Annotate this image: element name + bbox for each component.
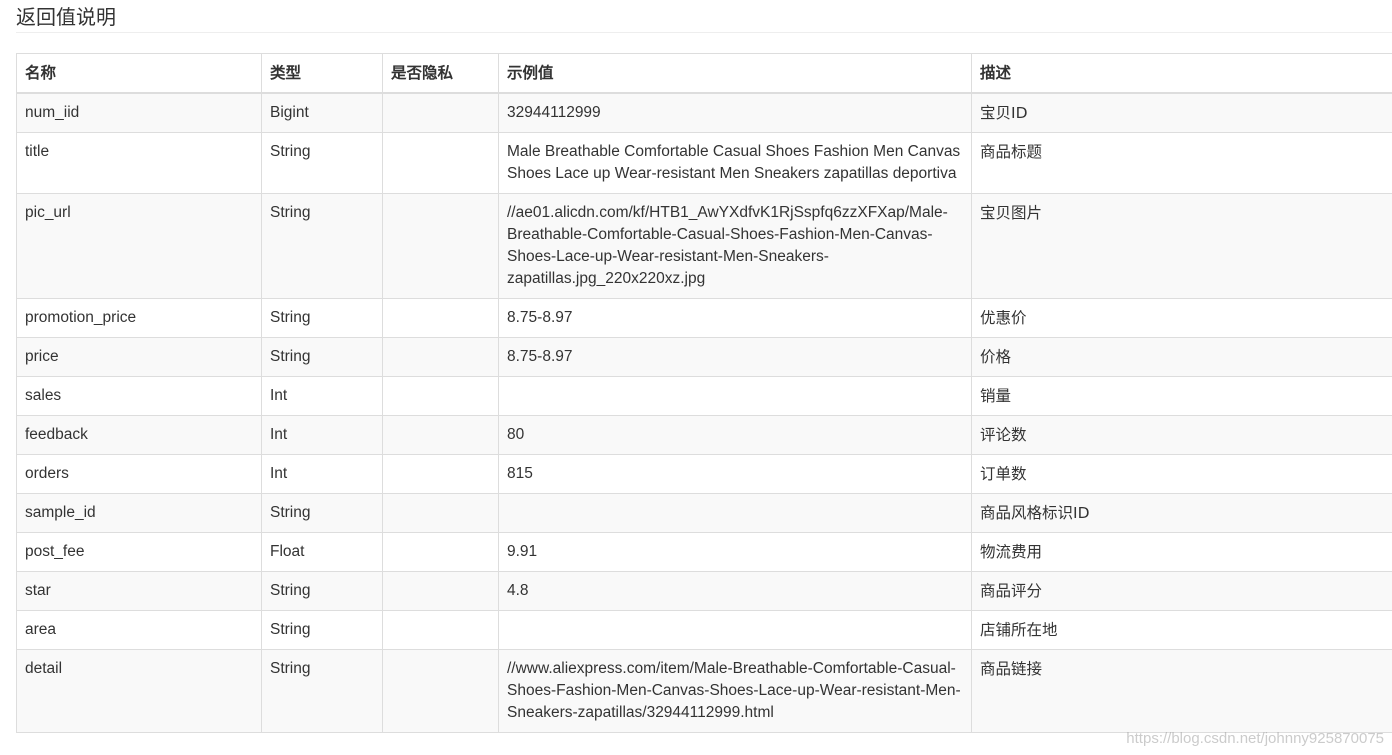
cell-example: 8.75-8.97 (498, 337, 972, 377)
cell-name: post_fee (16, 532, 262, 572)
cell-description: 订单数 (971, 454, 1392, 494)
cell-name: area (16, 610, 262, 650)
cell-description: 销量 (971, 376, 1392, 416)
cell-description: 物流费用 (971, 532, 1392, 572)
cell-description: 宝贝图片 (971, 193, 1392, 299)
cell-private (382, 532, 499, 572)
cell-example: 815 (498, 454, 972, 494)
table-row: price String 8.75-8.97 价格 (16, 337, 1392, 377)
cell-example (498, 610, 972, 650)
cell-private (382, 337, 499, 377)
cell-description: 商品链接 (971, 649, 1392, 733)
cell-type: Int (261, 376, 383, 416)
cell-name: price (16, 337, 262, 377)
table-row: promotion_price String 8.75-8.97 优惠价 (16, 298, 1392, 338)
title-divider (16, 32, 1392, 33)
table-row: area String 店铺所在地 (16, 610, 1392, 650)
cell-private (382, 415, 499, 455)
table-row: post_fee Float 9.91 物流费用 (16, 532, 1392, 572)
table-row: detail String //www.aliexpress.com/item/… (16, 649, 1392, 733)
table-row: pic_url String //ae01.alicdn.com/kf/HTB1… (16, 193, 1392, 299)
cell-example: 8.75-8.97 (498, 298, 972, 338)
cell-example: 4.8 (498, 571, 972, 611)
cell-private (382, 132, 499, 194)
section-title: 返回值说明 (16, 5, 116, 29)
table-body: num_iid Bigint 32944112999 宝贝ID title St… (16, 92, 1392, 733)
cell-description: 宝贝ID (971, 92, 1392, 133)
cell-example (498, 376, 972, 416)
cell-type: Int (261, 415, 383, 455)
table-row: orders Int 815 订单数 (16, 454, 1392, 494)
cell-private (382, 454, 499, 494)
cell-type: String (261, 649, 383, 733)
cell-private (382, 571, 499, 611)
cell-name: sample_id (16, 493, 262, 533)
cell-type: Float (261, 532, 383, 572)
cell-private (382, 493, 499, 533)
cell-name: orders (16, 454, 262, 494)
cell-description: 评论数 (971, 415, 1392, 455)
cell-private (382, 92, 499, 133)
cell-example (498, 493, 972, 533)
return-values-table: 名称 类型 是否隐私 示例值 描述 num_iid Bigint 3294411… (16, 53, 1392, 733)
cell-name: sales (16, 376, 262, 416)
cell-name: promotion_price (16, 298, 262, 338)
cell-name: num_iid (16, 92, 262, 133)
cell-name: star (16, 571, 262, 611)
cell-type: String (261, 132, 383, 194)
cell-example: //www.aliexpress.com/item/Male-Breathabl… (498, 649, 972, 733)
table-row: sales Int 销量 (16, 376, 1392, 416)
cell-description: 优惠价 (971, 298, 1392, 338)
cell-private (382, 649, 499, 733)
header-description: 描述 (971, 53, 1392, 94)
cell-description: 商品标题 (971, 132, 1392, 194)
cell-example: Male Breathable Comfortable Casual Shoes… (498, 132, 972, 194)
cell-example: //ae01.alicdn.com/kf/HTB1_AwYXdfvK1RjSsp… (498, 193, 972, 299)
table-row: feedback Int 80 评论数 (16, 415, 1392, 455)
table-header-row: 名称 类型 是否隐私 示例值 描述 (16, 53, 1392, 94)
cell-example: 9.91 (498, 532, 972, 572)
cell-type: String (261, 193, 383, 299)
cell-type: String (261, 298, 383, 338)
cell-name: detail (16, 649, 262, 733)
cell-description: 商品评分 (971, 571, 1392, 611)
cell-private (382, 376, 499, 416)
table-row: title String Male Breathable Comfortable… (16, 132, 1392, 194)
cell-type: Bigint (261, 92, 383, 133)
cell-name: feedback (16, 415, 262, 455)
table-row: star String 4.8 商品评分 (16, 571, 1392, 611)
cell-type: String (261, 337, 383, 377)
cell-name: pic_url (16, 193, 262, 299)
cell-type: String (261, 571, 383, 611)
cell-description: 商品风格标识ID (971, 493, 1392, 533)
header-example: 示例值 (498, 53, 972, 94)
header-name: 名称 (16, 53, 262, 94)
cell-private (382, 298, 499, 338)
table-row: sample_id String 商品风格标识ID (16, 493, 1392, 533)
cell-type: String (261, 493, 383, 533)
cell-description: 店铺所在地 (971, 610, 1392, 650)
cell-description: 价格 (971, 337, 1392, 377)
table-row: num_iid Bigint 32944112999 宝贝ID (16, 92, 1392, 133)
header-private: 是否隐私 (382, 53, 499, 94)
cell-private (382, 610, 499, 650)
header-type: 类型 (261, 53, 383, 94)
cell-type: Int (261, 454, 383, 494)
cell-name: title (16, 132, 262, 194)
cell-private (382, 193, 499, 299)
cell-example: 80 (498, 415, 972, 455)
cell-example: 32944112999 (498, 92, 972, 133)
cell-type: String (261, 610, 383, 650)
